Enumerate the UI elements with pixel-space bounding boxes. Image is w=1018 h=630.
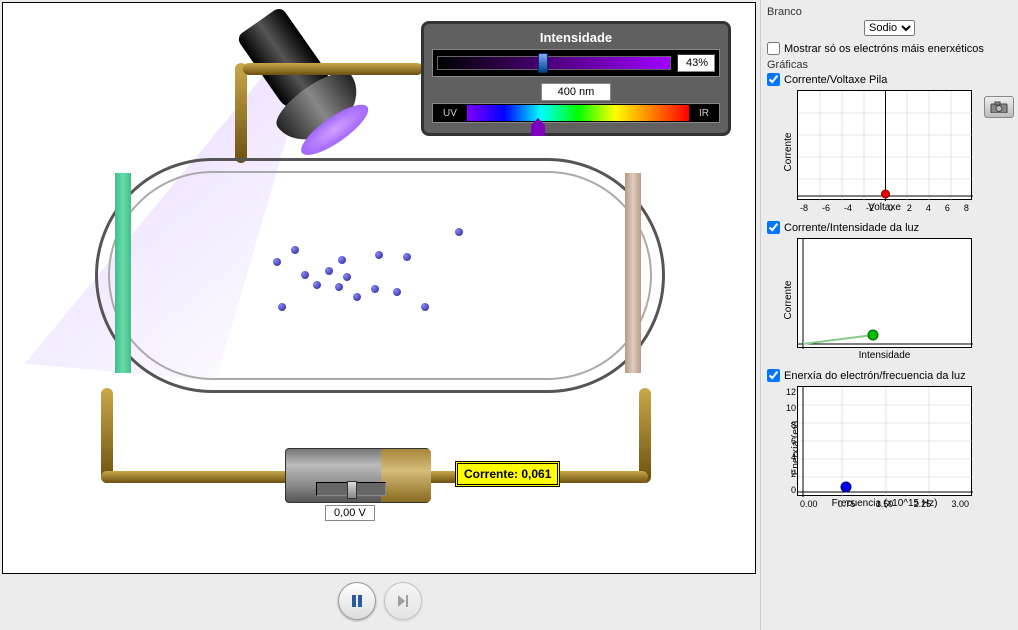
wire (101, 388, 113, 483)
graph2-xlabel: Intensidade (797, 350, 972, 361)
electron (338, 256, 346, 264)
target-plate (115, 173, 131, 373)
uv-label: UV (433, 108, 467, 119)
vacuum-tube (95, 158, 665, 393)
voltage-readout[interactable]: 0,00 V (325, 505, 375, 521)
electron (278, 303, 286, 311)
graphs-title: Gráficas (767, 59, 1012, 71)
electron (301, 271, 309, 279)
wire (639, 388, 651, 483)
graph1-block: Corrente -8-6-4-202468 Voltaxe (767, 90, 1012, 213)
current-label: Corrente: (464, 467, 521, 481)
side-panel: Branco Sodio Mostrar só os electróns mái… (760, 0, 1018, 630)
electron (273, 258, 281, 266)
electron (375, 251, 383, 259)
electron (393, 288, 401, 296)
ir-label: IR (689, 108, 719, 119)
wire (235, 63, 247, 163)
electron (343, 273, 351, 281)
highest-energy-label: Mostrar só os electróns máis enerxéticos (784, 43, 984, 55)
graph2-checkbox[interactable] (767, 221, 780, 234)
target-label: Branco (767, 6, 1012, 18)
graph3-title: Enerxía do electrón/frecuencia da luz (784, 370, 966, 382)
step-icon (395, 593, 411, 609)
light-control-panel: Intensidade 43% 400 nm UV IR (421, 21, 731, 136)
graph2-canvas (797, 238, 972, 348)
electron (325, 267, 333, 275)
graph2-ylabel: Corrente (783, 280, 794, 319)
graph1-canvas: -8-6-4-202468 (797, 90, 972, 200)
graph2-block: Corrente Intensidade (767, 238, 1012, 361)
pause-button[interactable] (338, 582, 376, 620)
electron (403, 253, 411, 261)
electron (455, 228, 463, 236)
electron (421, 303, 429, 311)
intensity-slider[interactable] (437, 56, 671, 70)
intensity-slider-thumb[interactable] (538, 53, 548, 73)
step-button[interactable] (384, 582, 422, 620)
wire (101, 471, 296, 483)
target-material-select[interactable]: Sodio (864, 20, 915, 36)
simulation-area: Intensidade 43% 400 nm UV IR (0, 0, 760, 630)
electron (371, 285, 379, 293)
current-value: 0,061 (521, 467, 551, 481)
graph1-checkbox[interactable] (767, 73, 780, 86)
graph1-ylabel: Corrente (783, 132, 794, 171)
electron (335, 283, 343, 291)
electron (353, 293, 361, 301)
wire (243, 63, 423, 75)
voltage-slider-thumb[interactable] (347, 481, 357, 499)
graph1-title: Corrente/Voltaxe Pila (784, 74, 887, 86)
graph3-canvas: 0.000.751.502.253.00 121086420 (797, 386, 972, 496)
current-readout: Corrente: 0,061 (455, 461, 560, 487)
electron (291, 246, 299, 254)
graph2-title: Corrente/Intensidade da luz (784, 222, 919, 234)
playback-controls (0, 576, 760, 626)
graph3-block: Enerxía (ev) 0.000.751.502.253.00 121086… (767, 386, 1012, 509)
voltage-slider[interactable] (316, 482, 386, 496)
collector-plate (625, 173, 641, 373)
graph3-checkbox[interactable] (767, 369, 780, 382)
simulation-canvas: Intensidade 43% 400 nm UV IR (2, 2, 756, 574)
wavelength-slider[interactable]: UV IR (432, 103, 720, 123)
wavelength-value[interactable]: 400 nm (541, 83, 611, 101)
highest-energy-checkbox[interactable] (767, 42, 780, 55)
electron (313, 281, 321, 289)
pause-icon (349, 593, 365, 609)
intensity-title: Intensidade (432, 30, 720, 45)
intensity-value: 43% (677, 54, 715, 72)
battery (285, 448, 430, 503)
